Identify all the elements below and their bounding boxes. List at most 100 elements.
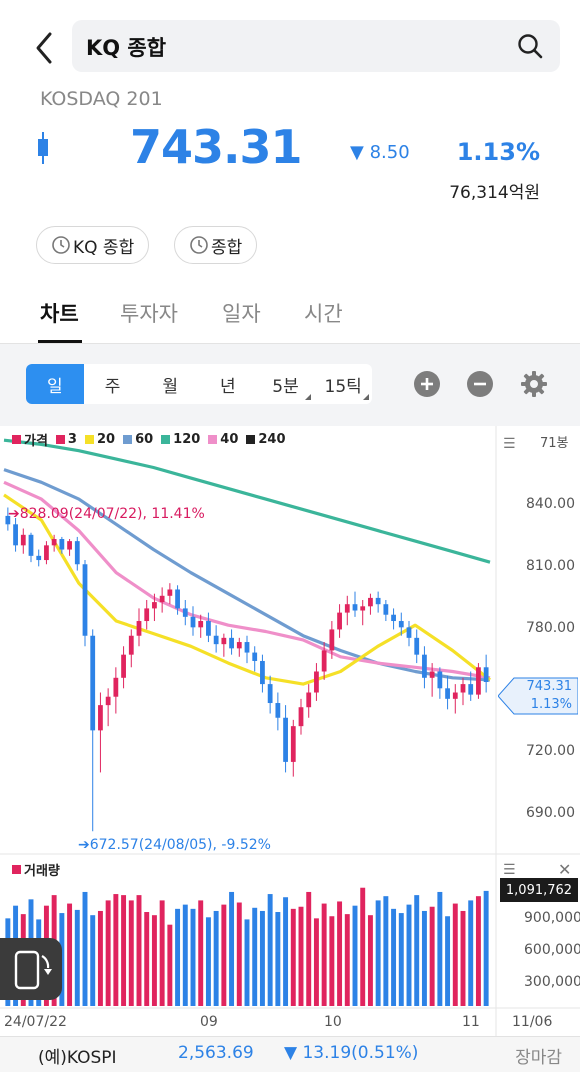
footer-ticker[interactable]: (예)KOSPI 2,563.69 ▼ 13.19(0.51%) 장마감 [0,1036,580,1072]
volume-bar [151,915,157,1006]
candle-body [82,564,88,636]
zoom-in-icon[interactable] [413,370,441,398]
candle-body [190,616,196,628]
volume-bar [236,902,242,1006]
volume-bar [221,904,227,1006]
volume-bar [198,900,204,1006]
volume-bar [159,900,165,1006]
settings-gear-icon[interactable] [520,370,548,398]
candle-body [383,604,389,615]
volume-menu-icon[interactable]: ☰ [503,862,516,878]
tab-time[interactable]: 시간 [304,298,343,328]
zoom-out-icon[interactable] [466,370,494,398]
volume-bar [190,908,196,1006]
legend-label: 240 [258,431,286,447]
tab-chart[interactable]: 차트 [40,298,79,328]
price-change-percent: 1.13% [456,138,540,166]
period-label: 일 [47,376,63,397]
flag-price: 743.31 [526,679,573,694]
candle-body [28,534,34,556]
period-tick[interactable]: 15틱 [314,364,372,404]
volume-bar [391,908,397,1006]
volume-bar [337,901,343,1006]
candle-count: 71봉 [540,436,569,451]
search-box[interactable]: KQ 종합 [72,20,560,72]
volume-bar [74,909,80,1006]
candle-body [44,545,49,561]
current-price-flag-text: 743.31 1.13% [516,678,578,714]
tab-daily[interactable]: 일자 [222,298,261,328]
candle-body [267,684,273,704]
volume-bar [205,917,211,1006]
footer-index-name: (예)KOSPI [38,1048,117,1068]
candle-body [476,667,481,695]
volume-bar [414,895,420,1006]
rotate-screen-button[interactable] [0,938,62,1000]
candle-body [352,604,358,611]
period-year[interactable]: 년 [199,364,257,404]
legend-item: 240 [246,430,286,448]
pill-composite[interactable]: 종합 [174,226,258,264]
candle-body [206,621,211,636]
volume-bar [97,910,103,1006]
price-change: ▼ 8.50 [350,142,410,163]
footer-index-change: ▼ 13.19(0.51%) [284,1043,418,1063]
candle-body [290,726,296,762]
legend-label: 40 [220,431,239,447]
volume-bar [429,906,435,1006]
candle-body [159,595,165,603]
pill-kq-composite[interactable]: KQ 종합 [36,226,150,264]
volume-bar [306,891,312,1006]
candle-body [414,637,420,655]
back-arrow-icon[interactable] [28,28,64,68]
candle-body [298,707,304,727]
volume-bar [90,915,96,1006]
legend-item: 60 [123,430,153,448]
period-minute[interactable]: 5분 [257,364,315,404]
period-selector: 일 주 월 년 5분 15틱 [26,364,372,404]
market-name: KOSDAQ 201 [40,88,163,110]
header: KQ 종합 [0,0,580,90]
candle-body [452,692,458,699]
rotate-phone-icon [14,950,52,990]
legend-swatch [12,434,21,444]
volume-bar [144,912,150,1006]
search-icon[interactable] [516,32,544,60]
volume-bar [244,919,250,1006]
candle-body [429,671,435,678]
volume-label: 거래량 [24,864,60,879]
volume-tick-label: 900,000 [524,910,580,926]
current-price: 743.31 [130,120,303,174]
candle-body [344,604,350,613]
legend-item: 3 [55,430,77,448]
volume-bar [375,900,381,1006]
candle-body [198,621,204,628]
volume-bar [175,908,181,1006]
volume-bar [383,896,389,1006]
candle-body [368,597,373,607]
candle-body [236,642,242,649]
legend-swatch [84,434,94,444]
period-month[interactable]: 월 [141,364,199,404]
period-week[interactable]: 주 [84,364,142,404]
pill-label: 종합 [211,237,243,258]
close-icon[interactable]: ✕ [558,860,571,879]
candle-body [252,652,258,661]
candle-body [337,612,342,630]
chart-menu-icon[interactable]: ☰ [503,436,516,452]
candle-body [275,703,281,718]
trade-value: 76,314억원 [449,183,540,203]
tab-bar: 차트 투자자 일자 시간 [0,290,580,344]
candle-body [321,650,327,672]
x-tick-label: 09 [200,1014,218,1030]
tab-investor[interactable]: 투자자 [120,298,178,328]
candlestick-icon [38,132,48,164]
volume-bar [121,895,127,1006]
period-day[interactable]: 일 [26,364,84,404]
candle-body [128,635,134,655]
y-tick-label: 810.00 [526,558,575,574]
y-tick-label: 690.00 [526,805,575,821]
y-tick-label: 780.00 [526,620,575,636]
footer-index-value: 2,563.69 [178,1043,254,1063]
candle-body [167,589,173,596]
